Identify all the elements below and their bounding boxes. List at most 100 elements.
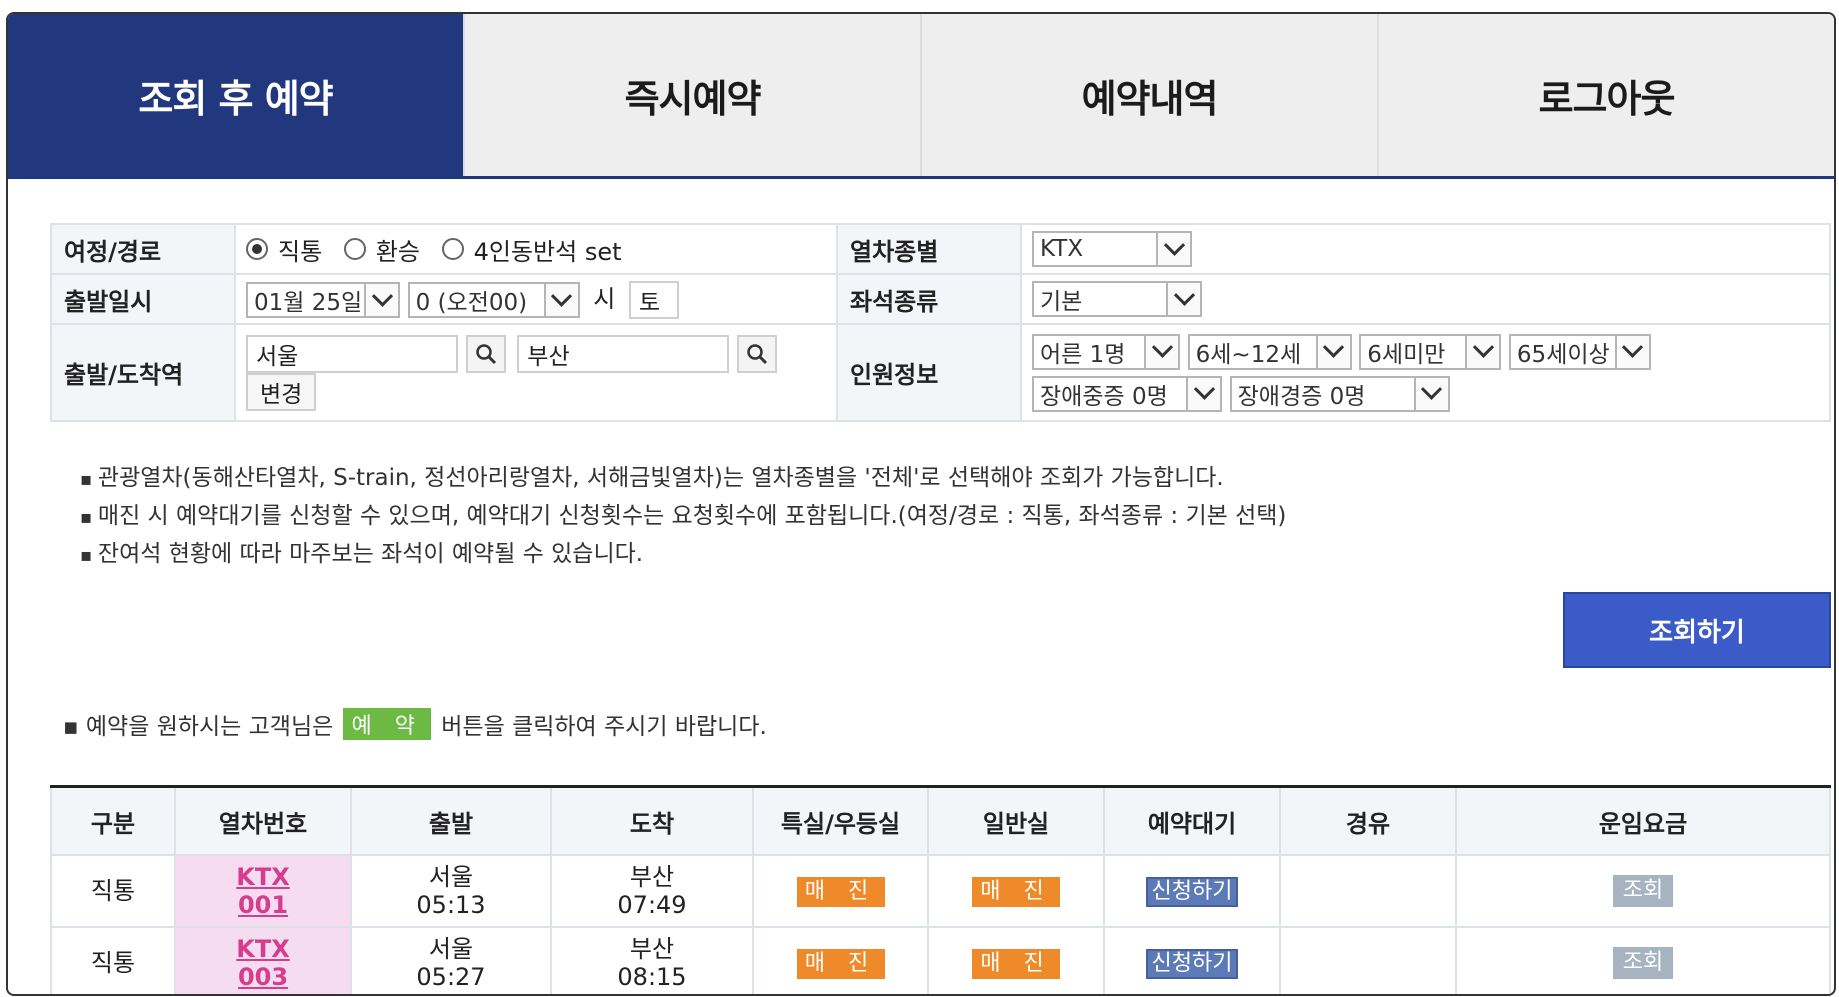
fare-lookup-button[interactable]: 조회 — [1613, 875, 1673, 907]
train-type-label: 열차종별 — [836, 223, 1022, 275]
search-from-station-button[interactable] — [465, 334, 506, 373]
notice-list: 관광열차(동해산타열차, S-train, 정선아리랑열차, 서해금빛열차)는 … — [80, 460, 1286, 574]
chevron-down-icon — [1166, 283, 1200, 315]
waitlist-cell: 신청하기 — [1103, 926, 1281, 994]
soldout-badge: 매 진 — [972, 876, 1060, 907]
route-label: 여정/경로 — [50, 223, 236, 275]
via-cell — [1279, 854, 1457, 928]
seat-type-select[interactable]: 기본 — [1032, 281, 1202, 317]
tab-logout[interactable]: 로그아웃 — [1379, 14, 1834, 176]
depart-label: 출발일시 — [50, 273, 236, 325]
train-type-select[interactable]: KTX — [1032, 231, 1192, 267]
col-header-type: 구분 — [50, 785, 176, 856]
search-to-station-button[interactable] — [736, 334, 777, 373]
seat-type-cell: 기본 — [1020, 273, 1831, 325]
route-radio-group-set[interactable]: 4인동반석 set — [441, 232, 622, 267]
to-station-input[interactable]: 부산 — [517, 334, 730, 373]
weekday-field: 토 — [629, 281, 680, 319]
col-header-waitlist: 예약대기 — [1103, 785, 1281, 856]
chevron-down-icon — [1614, 335, 1649, 368]
train-results-table: 구분 열차번호 출발 도착 특실/우등실 일반실 예약대기 경유 운임요금 직통… — [50, 785, 1831, 994]
train-type-cell: KTX — [1020, 223, 1831, 275]
departure-cell: 서울 05:13 — [350, 854, 552, 928]
chevron-down-icon — [1413, 377, 1448, 410]
search-form: 여정/경로 직통 환승 4인동반석 set 열차종별 KTX 출발일시 01월 … — [50, 223, 1831, 422]
hour-suffix: 시 — [593, 285, 616, 313]
reserve-hint: ▪ 예약을 원하시는 고객님은 예 약 버튼을 클릭하여 주시기 바랍니다. — [63, 707, 767, 741]
soldout-badge: 매 진 — [796, 948, 885, 979]
first-class-cell: 매 진 — [752, 854, 929, 928]
col-header-fare: 운임요금 — [1455, 785, 1831, 856]
row-type: 직통 — [50, 854, 176, 928]
table-row: 직통 KTX 001 서울 05:13 부산 07:49 매 진 매 진 신청하기 조… — [50, 854, 1831, 928]
route-radio-transfer[interactable]: 환승 — [343, 232, 420, 267]
waitlist-apply-button[interactable]: 신청하기 — [1145, 948, 1239, 979]
soldout-badge: 매 진 — [972, 948, 1060, 979]
severe-disabled-select[interactable]: 장애중증 0명 — [1032, 375, 1222, 412]
depart-hour-select[interactable]: 0 (오전00) — [407, 282, 580, 318]
depart-date-select[interactable]: 01월 25일 — [246, 282, 400, 318]
chevron-down-icon — [364, 284, 398, 316]
hint-text-before: ▪ 예약을 원하시는 고객님은 — [63, 714, 334, 740]
child-count-select[interactable]: 6세~12세 — [1187, 333, 1352, 370]
row-type: 직통 — [50, 926, 176, 994]
mild-disabled-select[interactable]: 장애경증 0명 — [1229, 375, 1450, 412]
app-frame: 조회 후 예약 즉시예약 예약내역 로그아웃 여정/경로 직통 환승 4인동반석… — [6, 12, 1836, 996]
via-cell — [1279, 926, 1457, 994]
infant-count-select[interactable]: 6세미만 — [1359, 333, 1502, 370]
col-header-first-class: 특실/우등실 — [752, 785, 929, 856]
tab-instant-reserve[interactable]: 즉시예약 — [465, 14, 922, 176]
table-row: 직통 KTX 003 서울 05:27 부산 08:15 매 진 매 진 신청하기 조… — [50, 926, 1831, 994]
col-header-via: 경유 — [1279, 785, 1457, 856]
fare-cell: 조회 — [1455, 854, 1831, 928]
radio-dot-icon — [246, 238, 268, 260]
seat-type-label: 좌석종류 — [836, 273, 1022, 325]
station-cell: 서울 부산 변경 — [234, 323, 838, 422]
reserve-sample-button: 예 약 — [343, 708, 432, 740]
standard-cell: 매 진 — [927, 926, 1105, 994]
route-radio-direct[interactable]: 직통 — [246, 232, 322, 267]
chevron-down-icon — [1144, 335, 1178, 368]
waitlist-apply-button[interactable]: 신청하기 — [1145, 876, 1239, 907]
radio-dot-icon — [441, 238, 464, 260]
train-number-cell: KTX 003 — [174, 926, 352, 994]
chevron-down-icon — [1465, 335, 1500, 368]
adult-count-select[interactable]: 어른 1명 — [1032, 333, 1180, 370]
tab-underline — [8, 176, 1834, 179]
chevron-down-icon — [543, 284, 578, 316]
fare-cell: 조회 — [1455, 926, 1831, 994]
station-label: 출발/도착역 — [50, 323, 236, 422]
search-icon — [747, 343, 767, 364]
waitlist-cell: 신청하기 — [1103, 854, 1281, 928]
from-station-input[interactable]: 서울 — [246, 334, 458, 373]
senior-count-select[interactable]: 65세이상 — [1508, 333, 1651, 370]
col-header-departure: 출발 — [350, 785, 552, 856]
train-number-link[interactable]: KTX 003 — [236, 935, 289, 991]
soldout-badge: 매 진 — [796, 876, 885, 907]
departure-cell: 서울 05:27 — [350, 926, 552, 994]
train-number-cell: KTX 001 — [174, 854, 352, 928]
chevron-down-icon — [1186, 377, 1220, 410]
tab-reservation-history[interactable]: 예약내역 — [922, 14, 1379, 176]
table-header-row: 구분 열차번호 출발 도착 특실/우등실 일반실 예약대기 경유 운임요금 — [50, 785, 1831, 856]
tab-search-reserve[interactable]: 조회 후 예약 — [8, 14, 465, 176]
train-number-link[interactable]: KTX 001 — [236, 863, 289, 919]
people-cell: 어른 1명 6세~12세 6세미만 65세이상 장애중증 0명 장애경증 0명 — [1020, 323, 1831, 422]
col-header-train-no: 열차번호 — [174, 785, 352, 856]
swap-stations-button[interactable]: 변경 — [246, 372, 317, 411]
fare-lookup-button[interactable]: 조회 — [1613, 947, 1673, 979]
people-label: 인원정보 — [836, 323, 1022, 422]
route-options: 직통 환승 4인동반석 set — [234, 223, 838, 275]
notice-item: 관광열차(동해산타열차, S-train, 정선아리랑열차, 서해금빛열차)는 … — [80, 460, 1286, 498]
standard-cell: 매 진 — [927, 854, 1105, 928]
top-tabs: 조회 후 예약 즉시예약 예약내역 로그아웃 — [8, 14, 1834, 176]
arrival-cell: 부산 08:15 — [550, 926, 754, 994]
search-icon — [475, 343, 496, 364]
notice-item: 매진 시 예약대기를 신청할 수 있으며, 예약대기 신청횟수는 요청횟수에 포… — [80, 498, 1286, 536]
col-header-standard: 일반실 — [927, 785, 1105, 856]
chevron-down-icon — [1156, 233, 1190, 265]
col-header-arrival: 도착 — [550, 785, 754, 856]
notice-item: 잔여석 현황에 따라 마주보는 좌석이 예약될 수 있습니다. — [80, 536, 1286, 574]
arrival-cell: 부산 07:49 — [550, 854, 754, 928]
search-button[interactable]: 조회하기 — [1563, 592, 1831, 668]
